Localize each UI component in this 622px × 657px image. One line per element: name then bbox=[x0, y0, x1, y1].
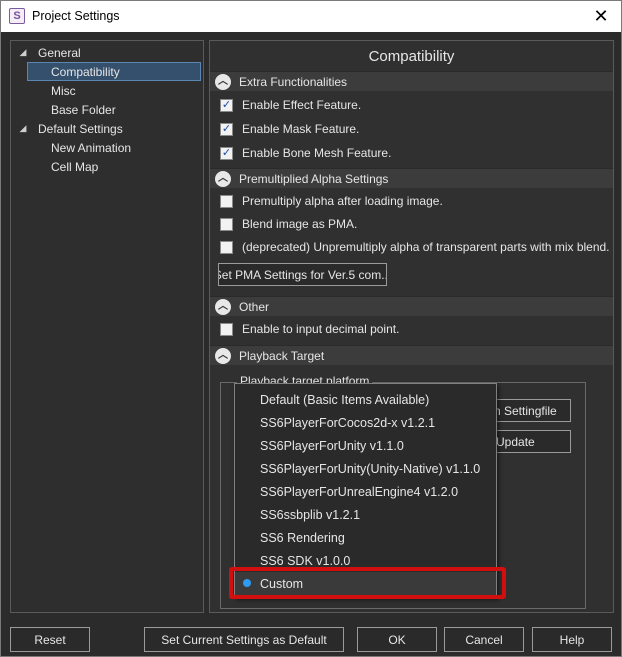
reset-button[interactable]: Reset bbox=[10, 627, 90, 652]
help-button[interactable]: Help bbox=[532, 627, 612, 652]
section-premultiplied-alpha[interactable]: ︿ Premultiplied Alpha Settings bbox=[210, 168, 613, 188]
chevron-up-icon[interactable]: ︿ bbox=[215, 298, 231, 315]
triangle-expanded-icon[interactable]: ◢ bbox=[17, 123, 29, 134]
checkbox-row-mask[interactable]: ✓ Enable Mask Feature. bbox=[220, 120, 359, 138]
dropdown-option[interactable]: SS6ssbplib v1.2.1 bbox=[235, 503, 496, 526]
title-bar[interactable]: S Project Settings ✕ bbox=[1, 1, 621, 32]
project-settings-window: S Project Settings ✕ ◢ General Compatibi… bbox=[0, 0, 622, 657]
tree-item-cell-map[interactable]: Cell Map bbox=[51, 157, 98, 176]
tree-item-compatibility[interactable]: Compatibility bbox=[27, 62, 201, 81]
tree-item-base-folder[interactable]: Base Folder bbox=[51, 100, 116, 119]
checkbox-blend-pma[interactable] bbox=[220, 217, 233, 231]
tree-item-label: Cell Map bbox=[51, 159, 99, 174]
checkbox-row-effect[interactable]: ✓ Enable Effect Feature. bbox=[220, 96, 361, 114]
set-pma-settings-button[interactable]: Set PMA Settings for Ver.5 com... bbox=[218, 263, 387, 286]
settings-tree: ◢ General Compatibility Misc Base Folder… bbox=[10, 40, 204, 613]
dropdown-option[interactable]: Default (Basic Items Available) bbox=[235, 388, 496, 411]
settingfile-button[interactable]: n Settingfile bbox=[493, 399, 571, 422]
tree-item-general[interactable]: ◢ General bbox=[17, 43, 81, 62]
section-title: Premultiplied Alpha Settings bbox=[239, 171, 389, 186]
chevron-up-icon[interactable]: ︿ bbox=[215, 347, 231, 364]
checkbox-enable-mask[interactable]: ✓ bbox=[220, 122, 233, 136]
checkbox-decimal-point[interactable] bbox=[220, 322, 233, 336]
tree-item-label: General bbox=[38, 45, 81, 60]
dropdown-option[interactable]: SS6PlayerForUnity(Unity-Native) v1.1.0 bbox=[235, 457, 496, 480]
checkbox-row-blend-pma[interactable]: Blend image as PMA. bbox=[220, 215, 357, 233]
section-other[interactable]: ︿ Other bbox=[210, 296, 613, 316]
checkbox-label: Enable to input decimal point. bbox=[242, 322, 400, 336]
checkbox-enable-bone-mesh[interactable]: ✓ bbox=[220, 146, 233, 160]
ok-button[interactable]: OK bbox=[357, 627, 437, 652]
dropdown-option[interactable]: SS6PlayerForUnrealEngine4 v1.2.0 bbox=[235, 480, 496, 503]
checkbox-premultiply-alpha[interactable] bbox=[220, 194, 233, 208]
checkbox-label: Enable Effect Feature. bbox=[242, 98, 362, 112]
checkbox-label: Enable Mask Feature. bbox=[242, 122, 360, 136]
platform-dropdown-list: Default (Basic Items Available) SS6Playe… bbox=[234, 383, 497, 598]
chevron-up-icon[interactable]: ︿ bbox=[215, 170, 231, 187]
highlight-annotation bbox=[229, 567, 506, 599]
section-title: Other bbox=[239, 299, 270, 314]
checkmark-icon: ✓ bbox=[221, 146, 232, 159]
chevron-up-icon[interactable]: ︿ bbox=[215, 73, 231, 90]
page-title: Compatibility bbox=[368, 47, 455, 65]
checkmark-icon: ✓ bbox=[221, 122, 232, 135]
checkmark-icon: ✓ bbox=[221, 98, 232, 111]
set-default-button[interactable]: Set Current Settings as Default bbox=[144, 627, 344, 652]
checkbox-label: Enable Bone Mesh Feature. bbox=[242, 146, 392, 160]
cancel-button[interactable]: Cancel bbox=[444, 627, 524, 652]
section-title: Playback Target bbox=[239, 348, 325, 363]
section-extra-functionalities[interactable]: ︿ Extra Functionalities bbox=[210, 71, 613, 91]
close-icon[interactable]: ✕ bbox=[589, 4, 613, 28]
tree-item-label: Misc bbox=[51, 83, 76, 98]
section-title: Extra Functionalities bbox=[239, 74, 348, 89]
checkbox-row-bone-mesh[interactable]: ✓ Enable Bone Mesh Feature. bbox=[220, 144, 391, 162]
checkbox-label: (deprecated) Unpremultiply alpha of tran… bbox=[242, 240, 610, 254]
triangle-expanded-icon[interactable]: ◢ bbox=[17, 47, 29, 58]
checkbox-unpremultiply[interactable] bbox=[220, 240, 233, 254]
app-icon: S bbox=[9, 8, 25, 24]
checkbox-enable-effect[interactable]: ✓ bbox=[220, 98, 233, 112]
dropdown-option[interactable]: SS6 Rendering bbox=[235, 526, 496, 549]
checkbox-row-decimal[interactable]: Enable to input decimal point. bbox=[220, 320, 399, 338]
section-playback-target[interactable]: ︿ Playback Target bbox=[210, 345, 613, 365]
tree-item-default-settings[interactable]: ◢ Default Settings bbox=[17, 119, 123, 138]
window-title: Project Settings bbox=[32, 9, 120, 23]
dropdown-option[interactable]: SS6PlayerForCocos2d-x v1.2.1 bbox=[235, 411, 496, 434]
dropdown-option[interactable]: SS6PlayerForUnity v1.1.0 bbox=[235, 434, 496, 457]
tree-item-label: Base Folder bbox=[51, 102, 116, 117]
checkbox-label: Premultiply alpha after loading image. bbox=[242, 194, 443, 208]
tree-item-new-animation[interactable]: New Animation bbox=[51, 138, 131, 157]
checkbox-row-unpremultiply[interactable]: (deprecated) Unpremultiply alpha of tran… bbox=[220, 238, 610, 256]
checkbox-label: Blend image as PMA. bbox=[242, 217, 358, 231]
tree-item-label: Compatibility bbox=[51, 64, 120, 79]
update-button[interactable]: Update bbox=[493, 430, 571, 453]
checkbox-row-premultiply[interactable]: Premultiply alpha after loading image. bbox=[220, 192, 443, 210]
tree-item-label: Default Settings bbox=[38, 121, 123, 136]
tree-item-misc[interactable]: Misc bbox=[51, 81, 76, 100]
tree-item-label: New Animation bbox=[51, 140, 132, 155]
